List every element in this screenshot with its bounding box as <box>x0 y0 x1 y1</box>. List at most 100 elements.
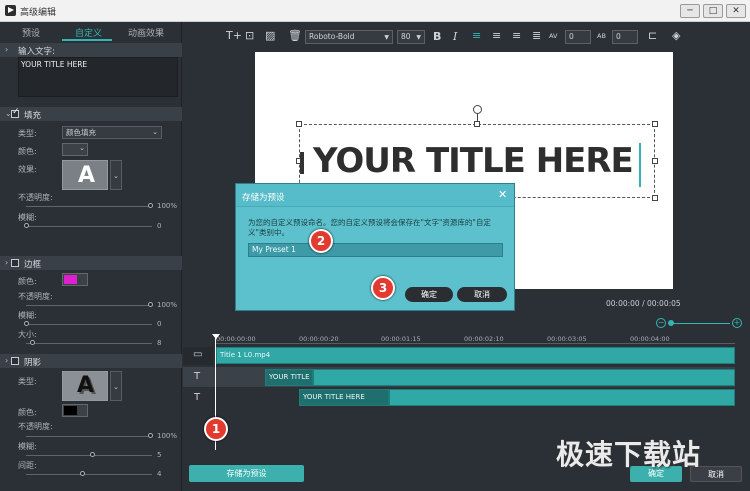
playhead-marker[interactable] <box>212 334 220 339</box>
shadow-type-dropdown[interactable]: ⌄ <box>110 371 122 401</box>
maximize-button[interactable]: □ <box>703 4 723 18</box>
section-shadow[interactable]: › 阴影 <box>0 354 182 368</box>
shadow-blur-slider[interactable] <box>26 455 152 456</box>
shadow-type-preview[interactable]: A <box>62 371 108 401</box>
video-clip[interactable]: Title 1 L0.mp4 <box>216 347 735 364</box>
chevron-right-icon: › <box>5 45 9 54</box>
text-clip-selected[interactable] <box>313 369 735 386</box>
tab-animation[interactable]: 动画效果 <box>128 26 164 39</box>
dialog-close-icon[interactable]: ✕ <box>498 188 507 201</box>
border-opacity-slider[interactable] <box>26 305 152 306</box>
shadow-color-label: 颜色: <box>18 408 37 417</box>
shadow-checkbox[interactable] <box>11 357 19 365</box>
add-text-icon[interactable]: T+ <box>226 29 242 42</box>
border-opacity-label: 不透明度: <box>18 292 53 301</box>
shadow-distance-slider[interactable] <box>26 474 152 475</box>
line-spacing-input[interactable]: 0 <box>612 30 638 44</box>
ruler-label: 00:00:02:10 <box>464 335 504 343</box>
resize-handle-top-left[interactable] <box>296 121 302 127</box>
char-spacing-icon: AV <box>549 32 558 40</box>
text-box-icon[interactable]: ⊡ <box>245 29 254 42</box>
text-clip-2-extension[interactable] <box>389 389 735 406</box>
border-color-chip <box>64 275 77 284</box>
section-fill[interactable]: ⌄ 填充 <box>0 107 182 121</box>
bold-button[interactable]: B <box>433 30 441 43</box>
step-badge-2: 2 <box>309 229 333 253</box>
fill-color-picker[interactable]: ⌄ <box>62 143 88 156</box>
shadow-type-label: 类型: <box>18 377 37 386</box>
fill-effect-preview[interactable]: A <box>62 160 108 190</box>
zoom-in-icon[interactable]: + <box>732 318 742 328</box>
border-opacity-slider-handle[interactable] <box>148 302 153 307</box>
ruler-line <box>215 343 735 344</box>
trash-icon[interactable]: 🗑 <box>288 29 302 42</box>
resize-handle-top-right[interactable] <box>652 121 658 127</box>
border-color-picker[interactable] <box>62 273 88 286</box>
text-clip-2[interactable]: YOUR TITLE HERE <box>299 389 389 406</box>
fill-blur-slider-handle[interactable] <box>24 223 29 228</box>
minimize-button[interactable]: ─ <box>680 4 700 18</box>
preview-title-text[interactable]: YOUR TITLE HERE <box>313 141 634 181</box>
text-caret <box>639 143 641 187</box>
zoom-slider-handle[interactable] <box>668 320 674 326</box>
align-center-icon[interactable]: ≡ <box>492 29 501 42</box>
fill-opacity-slider-handle[interactable] <box>148 203 153 208</box>
tab-presets[interactable]: 预设 <box>22 26 40 39</box>
fill-opacity-value: 100% <box>157 202 178 210</box>
resize-handle-bottom-right[interactable] <box>652 195 658 201</box>
shadow-blur-label: 模糊: <box>18 442 37 451</box>
border-blur-label: 模糊: <box>18 311 37 320</box>
fill-checkbox[interactable] <box>11 107 20 118</box>
border-color-label: 颜色: <box>18 277 37 286</box>
shadow-blur-slider-handle[interactable] <box>90 452 95 457</box>
position-align-icon[interactable]: ⊏ <box>648 29 657 42</box>
border-blur-slider[interactable] <box>26 324 152 325</box>
section-input-text[interactable]: › 输入文字: <box>0 43 182 57</box>
chevron-right-icon: › <box>5 356 9 365</box>
font-size-select[interactable]: 80 ▼ <box>397 30 425 44</box>
text-clip[interactable]: YOUR TITLE HERE <box>265 369 313 386</box>
title-text-input[interactable]: YOUR TITLE HERE <box>18 57 178 97</box>
fill-blur-slider[interactable] <box>26 226 152 227</box>
save-as-preset-button[interactable]: 存储为预设 <box>189 465 304 482</box>
align-right-icon[interactable]: ≡ <box>512 29 521 42</box>
rotate-handle[interactable] <box>473 105 482 114</box>
shadow-color-picker[interactable] <box>62 404 88 417</box>
ruler-label: 00:00:04:00 <box>630 335 670 343</box>
align-justify-icon[interactable]: ≣ <box>532 29 541 42</box>
zoom-slider[interactable] <box>668 323 730 324</box>
fill-effect-dropdown[interactable]: ⌄ <box>110 160 122 190</box>
fill-color-label: 颜色: <box>18 147 37 156</box>
fill-type-select[interactable]: 颜色填充 ⌄ <box>62 126 162 139</box>
italic-button[interactable]: I <box>453 30 457 43</box>
zoom-out-icon[interactable]: − <box>656 318 666 328</box>
align-left-icon[interactable]: ≡ <box>472 29 481 42</box>
shadow-opacity-slider[interactable] <box>26 436 152 437</box>
section-border[interactable]: › 边框 <box>0 256 182 270</box>
border-size-slider-handle[interactable] <box>30 340 35 345</box>
ruler-label: 00:00:00:00 <box>216 335 256 343</box>
dialog-cancel-button[interactable]: 取消 <box>457 287 507 302</box>
shadow-color-chip <box>64 406 77 415</box>
preset-name-input[interactable]: My Preset 1 <box>248 243 503 257</box>
fill-opacity-label: 不透明度: <box>18 193 53 202</box>
line-spacing-icon: AB <box>597 32 606 40</box>
border-size-slider[interactable] <box>26 343 152 344</box>
tab-custom[interactable]: 自定义 <box>75 26 102 39</box>
shadow-blur-value: 5 <box>157 451 162 459</box>
layers-icon[interactable]: ◈ <box>672 29 680 42</box>
close-window-button[interactable]: ✕ <box>726 4 746 18</box>
shadow-distance-slider-handle[interactable] <box>80 471 85 476</box>
text-track-icon: T <box>194 371 201 382</box>
dialog-ok-button[interactable]: 确定 <box>405 287 453 302</box>
shadow-opacity-slider-handle[interactable] <box>148 433 153 438</box>
fill-opacity-slider[interactable] <box>26 206 152 207</box>
border-blur-slider-handle[interactable] <box>24 321 29 326</box>
char-spacing-input[interactable]: 0 <box>565 30 591 44</box>
font-family-select[interactable]: Roboto-Bold ▼ <box>305 30 393 44</box>
chevron-right-icon: › <box>5 258 9 267</box>
add-image-icon[interactable]: ▨ <box>265 29 275 42</box>
text-track-icon: T <box>194 392 201 403</box>
border-checkbox[interactable] <box>11 259 19 267</box>
resize-handle-right[interactable] <box>652 158 658 164</box>
